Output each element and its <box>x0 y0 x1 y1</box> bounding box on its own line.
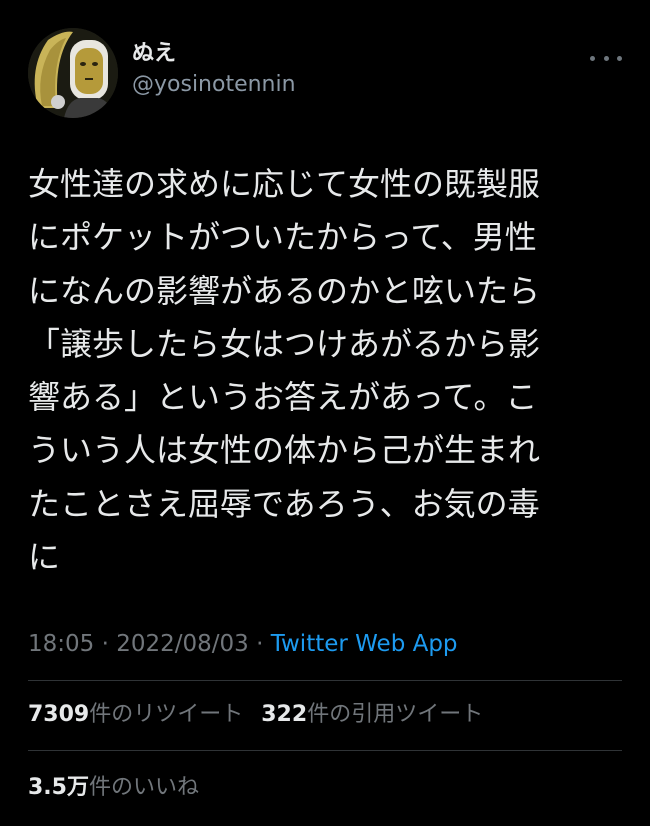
more-horizontal-icon <box>617 55 622 61</box>
tweet-text-line: 「譲歩したら女はつけあがるから影 <box>28 324 541 363</box>
avatar-image <box>28 28 118 118</box>
tweet-text-line: になんの影響があるのかと呟いたら <box>28 271 541 310</box>
tweet-date[interactable]: 2022/08/03 <box>116 631 249 657</box>
tweet-text-line: 女性達の求めに応じて女性の既製服 <box>28 165 541 203</box>
retweets-count: 7309 <box>28 702 90 727</box>
more-horizontal-icon <box>590 55 595 61</box>
quotes-count: 322 <box>261 702 308 727</box>
tweet-header: ぬえ @yosinotennin <box>28 28 622 118</box>
divider <box>28 680 622 681</box>
divider <box>28 750 622 751</box>
retweets-stat[interactable]: 7309件のリツイート <box>28 699 243 731</box>
display-name[interactable]: ぬえ <box>132 40 296 68</box>
likes-label: 件のいいね <box>88 775 199 800</box>
quotes-stat[interactable]: 322件の引用ツイート <box>261 699 483 731</box>
user-handle[interactable]: @yosinotennin <box>132 70 296 100</box>
more-options-button[interactable] <box>590 48 622 68</box>
tweet-text-line: 響ある」というお答えがあって。こ <box>28 378 538 417</box>
meta-separator: · <box>94 631 117 657</box>
quotes-label: 件の引用ツイート <box>307 702 484 727</box>
tweet-source-link[interactable]: Twitter Web App <box>271 631 458 657</box>
tweet-text-line: に <box>28 538 61 577</box>
tweet-text: 女性達の求めに応じて女性の既製服 にポケットがついたからって、男性 になんの影響… <box>28 158 608 584</box>
tweet-text-line: にポケットがついたからって、男性 <box>28 218 537 257</box>
retweets-label: 件のリツイート <box>89 702 244 727</box>
likes-stat[interactable]: 3.5万件のいいね <box>28 772 199 804</box>
likes-stats-row: 3.5万件のいいね <box>28 772 217 804</box>
engagement-stats-row: 7309件のリツイート 322件の引用ツイート <box>28 699 501 731</box>
more-horizontal-icon <box>603 55 609 61</box>
tweet-text-line: ういう人は女性の体から己が生まれ <box>28 431 541 470</box>
tweet-time[interactable]: 18:05 <box>28 631 94 657</box>
likes-count: 3.5万 <box>28 775 89 800</box>
tweet-meta: 18:05 · 2022/08/03 · Twitter Web App <box>28 626 458 662</box>
avatar[interactable] <box>28 28 118 118</box>
tweet-text-line: たことさえ屈辱であろう、お気の毒 <box>28 484 540 523</box>
meta-separator: · <box>248 631 271 657</box>
user-names: ぬえ @yosinotennin <box>132 40 296 100</box>
